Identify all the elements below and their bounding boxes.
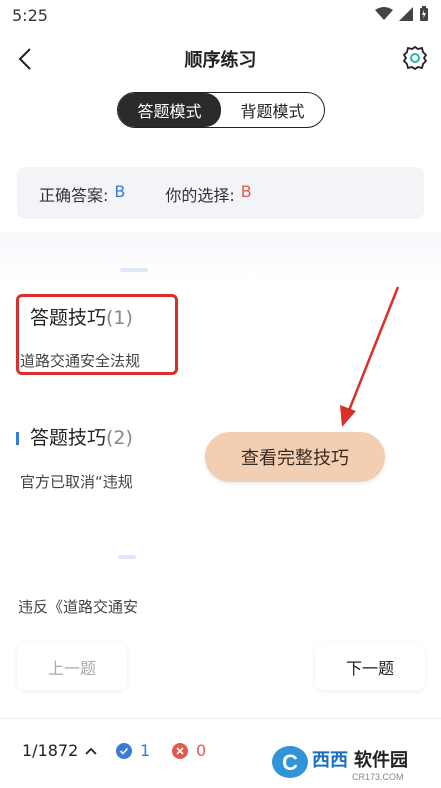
battery-icon (420, 6, 428, 21)
gear-icon (402, 45, 428, 71)
tip-number: (2) (106, 427, 133, 449)
your-choice-label: 你的选择: (165, 186, 235, 205)
section-divider (120, 268, 148, 272)
svg-text:CR173.COM: CR173.COM (352, 772, 404, 782)
wrong-count-value: 0 (196, 741, 207, 760)
svg-text:软件园: 软件园 (354, 749, 408, 771)
answer-row: 正确答案: B 你的选择: B (39, 182, 252, 206)
correct-answer-value: B (114, 182, 126, 201)
correct-count: 1 (116, 741, 150, 760)
correct-answer-label: 正确答案: (39, 186, 109, 205)
wifi-icon (375, 7, 393, 20)
correct-count-value: 1 (140, 741, 151, 760)
mode-toggle: 答题模式 背题模式 (117, 92, 325, 128)
next-question-button[interactable]: 下一题 (315, 644, 425, 690)
tip-title-2: 答题技巧(2) (30, 423, 133, 450)
tip-text-3: 违反《道路交通安 (18, 598, 139, 616)
tab-answer-mode[interactable]: 答题模式 (118, 93, 221, 127)
page-title: 顺序练习 (184, 50, 257, 71)
highlight-box (16, 294, 178, 375)
answer-panel: 正确答案: B 你的选择: B (17, 167, 424, 219)
wrong-count: 0 (172, 741, 206, 760)
svg-text:C: C (282, 750, 298, 775)
watermark-logo: C 西西 软件园 CR173.COM (268, 736, 441, 784)
check-icon (116, 742, 132, 759)
tip-title-text: 答题技巧 (30, 427, 107, 449)
view-full-tips-button[interactable]: 查看完整技巧 (205, 432, 385, 482)
arrow-annotation (340, 286, 400, 427)
progress-counter[interactable]: 1/1872 (22, 741, 98, 760)
section-divider (118, 555, 136, 559)
svg-text:西西: 西西 (312, 750, 348, 771)
settings-button[interactable] (400, 43, 430, 73)
section-marker (16, 432, 19, 445)
status-time: 5:25 (12, 6, 48, 25)
status-icons (375, 6, 429, 22)
signal-icon (399, 7, 413, 21)
your-choice-value: B (240, 182, 252, 201)
cross-icon (172, 742, 188, 759)
prev-question-button[interactable]: 上一题 (17, 644, 127, 690)
tip-text-2: 官方已取消“违规 (20, 473, 133, 491)
progress-text: 1/1872 (22, 741, 79, 760)
tab-memorize-mode[interactable]: 背题模式 (221, 93, 324, 127)
status-bar: 5:25 (0, 0, 441, 32)
chevron-up-icon (85, 747, 97, 755)
